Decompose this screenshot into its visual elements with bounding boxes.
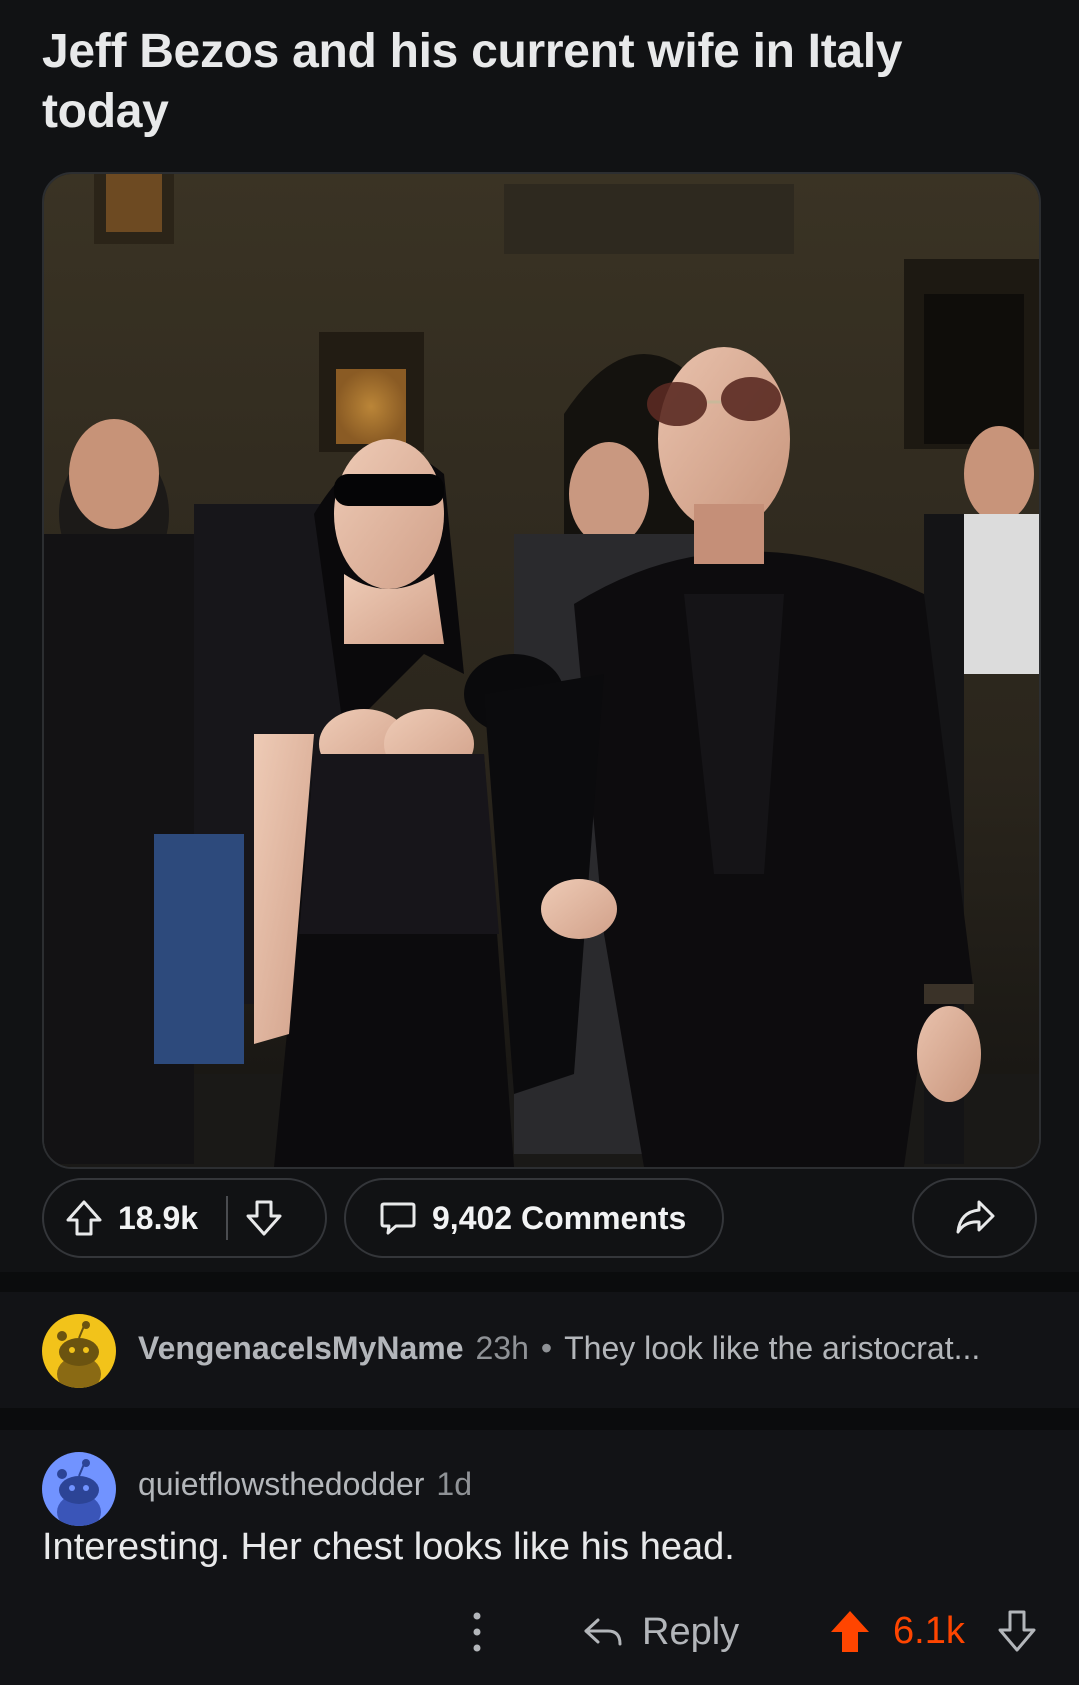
comment-age: 1d	[436, 1466, 473, 1502]
snoo-avatar-icon	[57, 1459, 101, 1526]
comment-action-bar: Reply 6.1k	[0, 1602, 1079, 1662]
post-action-bar: 18.9k 9,402 Comments	[0, 1178, 1079, 1262]
more-options-icon[interactable]	[462, 1608, 492, 1656]
share-icon	[953, 1198, 997, 1238]
comment-score: 6.1k	[893, 1610, 965, 1652]
meta-separator: •	[540, 1330, 553, 1366]
post-image[interactable]	[42, 172, 1041, 1169]
section-separator	[0, 1408, 1079, 1430]
comment-username[interactable]: quietflowsthedodder	[138, 1466, 424, 1503]
vote-divider	[226, 1196, 229, 1240]
comment-downvote-icon[interactable]	[996, 1608, 1038, 1659]
collapsed-comment[interactable]: VengenaceIsMyName 23h • They look like t…	[0, 1292, 1079, 1408]
snoo-avatar-icon	[57, 1321, 101, 1388]
vote-pill: 18.9k	[42, 1178, 327, 1258]
comment-upvote-icon[interactable]	[828, 1608, 872, 1661]
comment-body: Interesting. Her chest looks like his he…	[42, 1526, 735, 1568]
comment: quietflowsthedodder 1d Interesting. Her …	[0, 1430, 1079, 1685]
avatar[interactable]	[42, 1452, 116, 1526]
comments-button[interactable]: 9,402 Comments	[344, 1178, 724, 1258]
post-title: Jeff Bezos and his current wife in Italy…	[42, 25, 903, 138]
downvote-icon[interactable]	[244, 1198, 284, 1238]
upvote-icon[interactable]	[64, 1198, 104, 1238]
reply-icon	[584, 1618, 622, 1646]
photo-couple-night-street	[44, 174, 1039, 1167]
reply-button[interactable]: Reply	[582, 1602, 739, 1662]
post-score: 18.9k	[118, 1199, 199, 1236]
comment-header: quietflowsthedodder 1d	[138, 1466, 472, 1503]
share-button[interactable]	[912, 1178, 1037, 1258]
avatar[interactable]	[42, 1314, 116, 1388]
comment-icon	[378, 1198, 418, 1238]
comment-preview: They look like the aristocrat...	[564, 1330, 981, 1366]
comments-count: 9,402 Comments	[432, 1199, 687, 1236]
comment-age: 23h	[475, 1330, 529, 1366]
comment-username[interactable]: VengenaceIsMyName	[138, 1330, 464, 1367]
reply-label: Reply	[642, 1610, 740, 1653]
collapsed-comment-row: VengenaceIsMyName 23h • They look like t…	[138, 1330, 980, 1367]
section-separator	[0, 1272, 1079, 1292]
